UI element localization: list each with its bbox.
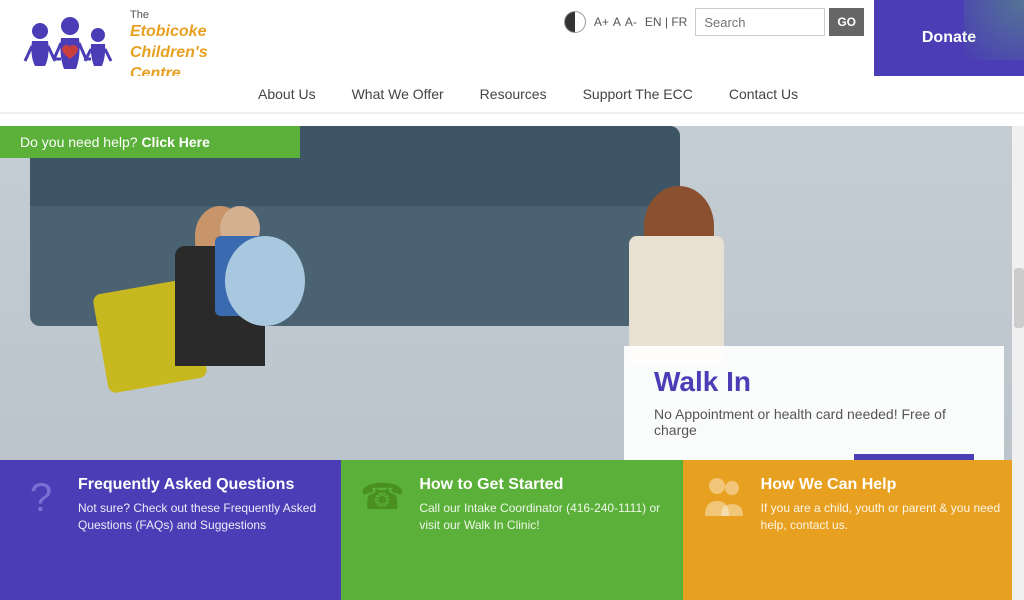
faq-description: Not sure? Check out these Frequently Ask… bbox=[78, 500, 325, 534]
nav-resources[interactable]: Resources bbox=[462, 76, 565, 112]
balloon-decoration bbox=[225, 236, 305, 326]
phone-icon: ☎ bbox=[357, 476, 407, 518]
get-started-card[interactable]: ☎ How to Get Started Call our Intake Coo… bbox=[341, 460, 682, 600]
faq-card[interactable]: ? Frequently Asked Questions Not sure? C… bbox=[0, 460, 341, 600]
how-we-help-title: How We Can Help bbox=[761, 476, 1008, 494]
main-nav: About Us What We Offer Resources Support… bbox=[0, 76, 1024, 114]
donate-button[interactable]: Donate bbox=[874, 0, 1024, 76]
font-smaller-button[interactable]: A- bbox=[625, 15, 637, 29]
hero-section: Walk In No Appointment or health card ne… bbox=[0, 126, 1024, 600]
lang-en[interactable]: EN bbox=[645, 15, 662, 29]
how-we-help-content: How We Can Help If you are a child, yout… bbox=[761, 476, 1008, 534]
get-started-title: How to Get Started bbox=[419, 476, 666, 494]
help-banner[interactable]: Do you need help? Click Here bbox=[0, 126, 300, 158]
get-started-description: Call our Intake Coordinator (416-240-111… bbox=[419, 500, 666, 534]
language-selector: EN | FR bbox=[645, 15, 687, 29]
nav-about-us[interactable]: About Us bbox=[240, 76, 334, 112]
help-banner-text: Do you need help? bbox=[20, 134, 138, 150]
top-controls: A+ A A- EN | FR GO bbox=[564, 8, 864, 36]
scrollbar-thumb[interactable] bbox=[1014, 268, 1024, 328]
search-area: GO bbox=[695, 8, 864, 36]
walkin-title: Walk In bbox=[654, 366, 974, 398]
help-banner-cta[interactable]: Click Here bbox=[141, 134, 209, 150]
logo-icon bbox=[20, 11, 120, 81]
search-button[interactable]: GO bbox=[829, 8, 864, 36]
logo-area: The Etobicoke Children's Centre bbox=[20, 8, 208, 85]
nav-contact-us[interactable]: Contact Us bbox=[711, 76, 816, 112]
faq-icon: ? bbox=[16, 476, 66, 521]
walkin-description: No Appointment or health card needed! Fr… bbox=[654, 406, 974, 438]
how-we-help-card[interactable]: How We Can Help If you are a child, yout… bbox=[683, 460, 1024, 600]
font-larger-button[interactable]: A+ bbox=[594, 15, 609, 29]
search-input[interactable] bbox=[695, 8, 825, 36]
nav-what-we-offer[interactable]: What We Offer bbox=[334, 76, 462, 112]
font-size-controls: A+ A A- bbox=[594, 15, 637, 29]
scrollbar[interactable] bbox=[1012, 126, 1024, 600]
lang-fr[interactable]: FR bbox=[671, 15, 687, 29]
how-we-help-description: If you are a child, youth or parent & yo… bbox=[761, 500, 1008, 534]
faq-content: Frequently Asked Questions Not sure? Che… bbox=[78, 476, 325, 534]
font-default-button[interactable]: A bbox=[613, 15, 621, 29]
faq-title: Frequently Asked Questions bbox=[78, 476, 325, 494]
lang-separator: | bbox=[665, 15, 668, 29]
nav-support-ecc[interactable]: Support The ECC bbox=[565, 76, 711, 112]
people-icon bbox=[699, 476, 749, 531]
bottom-cards: ? Frequently Asked Questions Not sure? C… bbox=[0, 460, 1024, 600]
get-started-content: How to Get Started Call our Intake Coord… bbox=[419, 476, 666, 534]
contrast-toggle[interactable] bbox=[564, 11, 586, 33]
logo-text: The Etobicoke Children's Centre bbox=[130, 8, 208, 85]
